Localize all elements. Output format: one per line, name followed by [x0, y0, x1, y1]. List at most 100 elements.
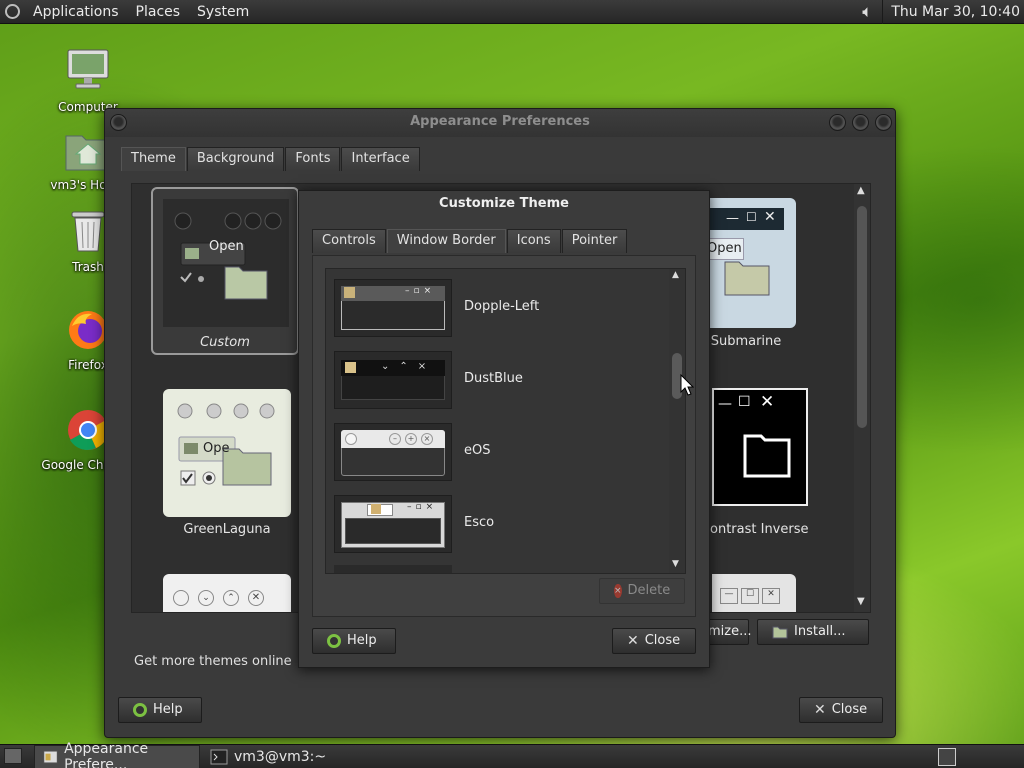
delete-button-label: Delete: [627, 583, 671, 598]
tab-window-border[interactable]: Window Border: [386, 229, 506, 253]
clock[interactable]: Thu Mar 30, 10:40: [882, 0, 1024, 24]
get-more-themes-link[interactable]: Get more themes online: [134, 654, 292, 669]
window-title: Appearance Preferences: [410, 114, 590, 129]
border-name: Dopple-Left: [464, 299, 540, 314]
maximize-icon[interactable]: [852, 114, 869, 131]
top-panel: Applications Places System 🔈︎ Thu Mar 30…: [0, 0, 1024, 24]
app-icon: [345, 362, 356, 373]
install-button-label: Install...: [794, 624, 846, 639]
app-icon: [371, 504, 381, 514]
menu-system[interactable]: System: [188, 4, 257, 20]
list-item[interactable]: ⌄⌃× DustBlue: [326, 343, 666, 415]
menu-places[interactable]: Places: [127, 4, 189, 20]
close-icon: ✕: [764, 209, 776, 225]
theme-card-partial[interactable]: ⌄ ⌃ ✕: [163, 574, 291, 612]
delete-icon: ×: [614, 584, 622, 598]
dialog-close-button[interactable]: ✕ Close: [612, 628, 696, 654]
border-thumbnail: –▫×: [334, 279, 452, 337]
folder-icon: [772, 626, 788, 639]
theme-grid-scrollbar[interactable]: ▲ ▼: [854, 184, 870, 612]
border-thumbnail: ⌄⌃×: [334, 351, 452, 409]
theme-name-greenlaguna: GreenLaguna: [183, 522, 271, 537]
maximize-icon: +: [405, 433, 417, 445]
minimize-icon[interactable]: [829, 114, 846, 131]
task-label: vm3@vm3:~: [234, 749, 327, 765]
terminal-icon: [210, 749, 228, 765]
tab-icons[interactable]: Icons: [506, 229, 561, 253]
menu-applications[interactable]: Applications: [24, 4, 127, 20]
window-controls-icon: ⌄⌃×: [381, 361, 437, 372]
close-icon: ✕: [627, 633, 639, 649]
window-border-list: –▫× Dopple-Left ⌄⌃× DustBlue – + × eOS –…: [325, 268, 686, 574]
install-button[interactable]: Install...: [757, 619, 869, 645]
task-label: Appearance Prefere...: [64, 741, 149, 768]
mouse-pointer-icon: [680, 374, 694, 396]
maximize-icon: ☐: [746, 210, 757, 224]
appearance-app-icon: [43, 750, 58, 764]
minimize-icon: —: [720, 588, 738, 604]
help-button-label: Help: [153, 702, 183, 717]
theme-preview-contrast-inverse[interactable]: — ☐ ✕: [712, 388, 808, 506]
trash-icon: [71, 211, 105, 252]
theme-card-custom[interactable]: Open Custom: [151, 187, 299, 355]
window-controls-icon: –▫×: [407, 502, 438, 512]
close-button[interactable]: ✕ Close: [799, 697, 883, 723]
theme-preview-submarine[interactable]: — ☐ ✕ Open: [706, 198, 796, 328]
scroll-down-icon[interactable]: ▼: [857, 596, 865, 607]
tab-controls[interactable]: Controls: [312, 229, 386, 253]
desktop-icon-computer[interactable]: Computer: [40, 46, 136, 114]
dialog-close-button-label: Close: [644, 633, 681, 648]
chevron-down-icon: ⌄: [198, 590, 214, 606]
window-border-scrollbar[interactable]: ▲ ▼: [669, 269, 685, 573]
folder-icon: [743, 434, 791, 478]
border-name: DustBlue: [464, 371, 523, 386]
customize-theme-dialog: Customize Theme Controls Window Border I…: [298, 190, 710, 668]
theme-card-greenlaguna[interactable]: Ope: [163, 389, 291, 517]
close-icon: ✕: [248, 590, 264, 606]
close-icon: ✕: [762, 588, 780, 604]
tab-background[interactable]: Background: [186, 147, 285, 171]
theme-name-submarine: -Submarine: [706, 334, 782, 349]
distro-logo-icon[interactable]: [0, 0, 24, 24]
list-item[interactable]: –▫× Dopple-Left: [326, 271, 666, 343]
dialog-title: Customize Theme: [439, 196, 569, 211]
folder-icon: [724, 261, 770, 296]
chevron-up-icon: ⌃: [223, 590, 239, 606]
workspace-switcher-icon[interactable]: [938, 748, 956, 766]
border-name: eOS: [464, 443, 491, 458]
tab-bar: Theme Background Fonts Interface: [121, 147, 420, 171]
scroll-up-icon[interactable]: ▲: [857, 185, 865, 196]
tab-fonts[interactable]: Fonts: [285, 147, 341, 171]
scroll-up-icon[interactable]: ▲: [672, 270, 679, 280]
window-controls-icon: –▫×: [405, 286, 436, 296]
speaker-icon[interactable]: 🔈︎: [852, 0, 882, 24]
close-icon: ✕: [814, 702, 826, 718]
close-icon: ✕: [760, 392, 775, 412]
border-thumbnail: – + ×: [334, 423, 452, 481]
taskbar-appearance[interactable]: Appearance Prefere...: [34, 741, 200, 768]
tab-interface[interactable]: Interface: [341, 147, 420, 171]
list-item[interactable]: –▫× Esco: [326, 487, 666, 559]
border-name: Esco: [464, 515, 495, 530]
dialog-help-button-label: Help: [347, 633, 377, 648]
dialog-help-button[interactable]: Help: [312, 628, 396, 654]
help-icon: [327, 634, 341, 648]
minimize-icon: —: [726, 211, 739, 226]
theme-card-partial-right[interactable]: — ☐ ✕: [712, 574, 796, 612]
taskbar-terminal[interactable]: vm3@vm3:~: [202, 745, 362, 768]
list-item[interactable]: – + × eOS: [326, 415, 666, 487]
window-titlebar[interactable]: Appearance Preferences: [105, 109, 895, 137]
tab-theme[interactable]: Theme: [121, 147, 186, 171]
preview-open-label: Open: [707, 241, 742, 256]
scrollbar-thumb[interactable]: [857, 206, 867, 428]
help-button[interactable]: Help: [118, 697, 202, 723]
maximize-icon: ☐: [738, 394, 751, 410]
close-icon[interactable]: [875, 114, 892, 131]
dialog-tab-bar: Controls Window Border Icons Pointer: [312, 229, 628, 253]
tab-pointer[interactable]: Pointer: [561, 229, 628, 253]
show-desktop-icon[interactable]: [4, 748, 22, 764]
scroll-down-icon[interactable]: ▼: [672, 559, 679, 569]
app-icon: [344, 287, 355, 298]
delete-button[interactable]: × Delete: [599, 578, 685, 604]
close-button-label: Close: [831, 702, 868, 717]
